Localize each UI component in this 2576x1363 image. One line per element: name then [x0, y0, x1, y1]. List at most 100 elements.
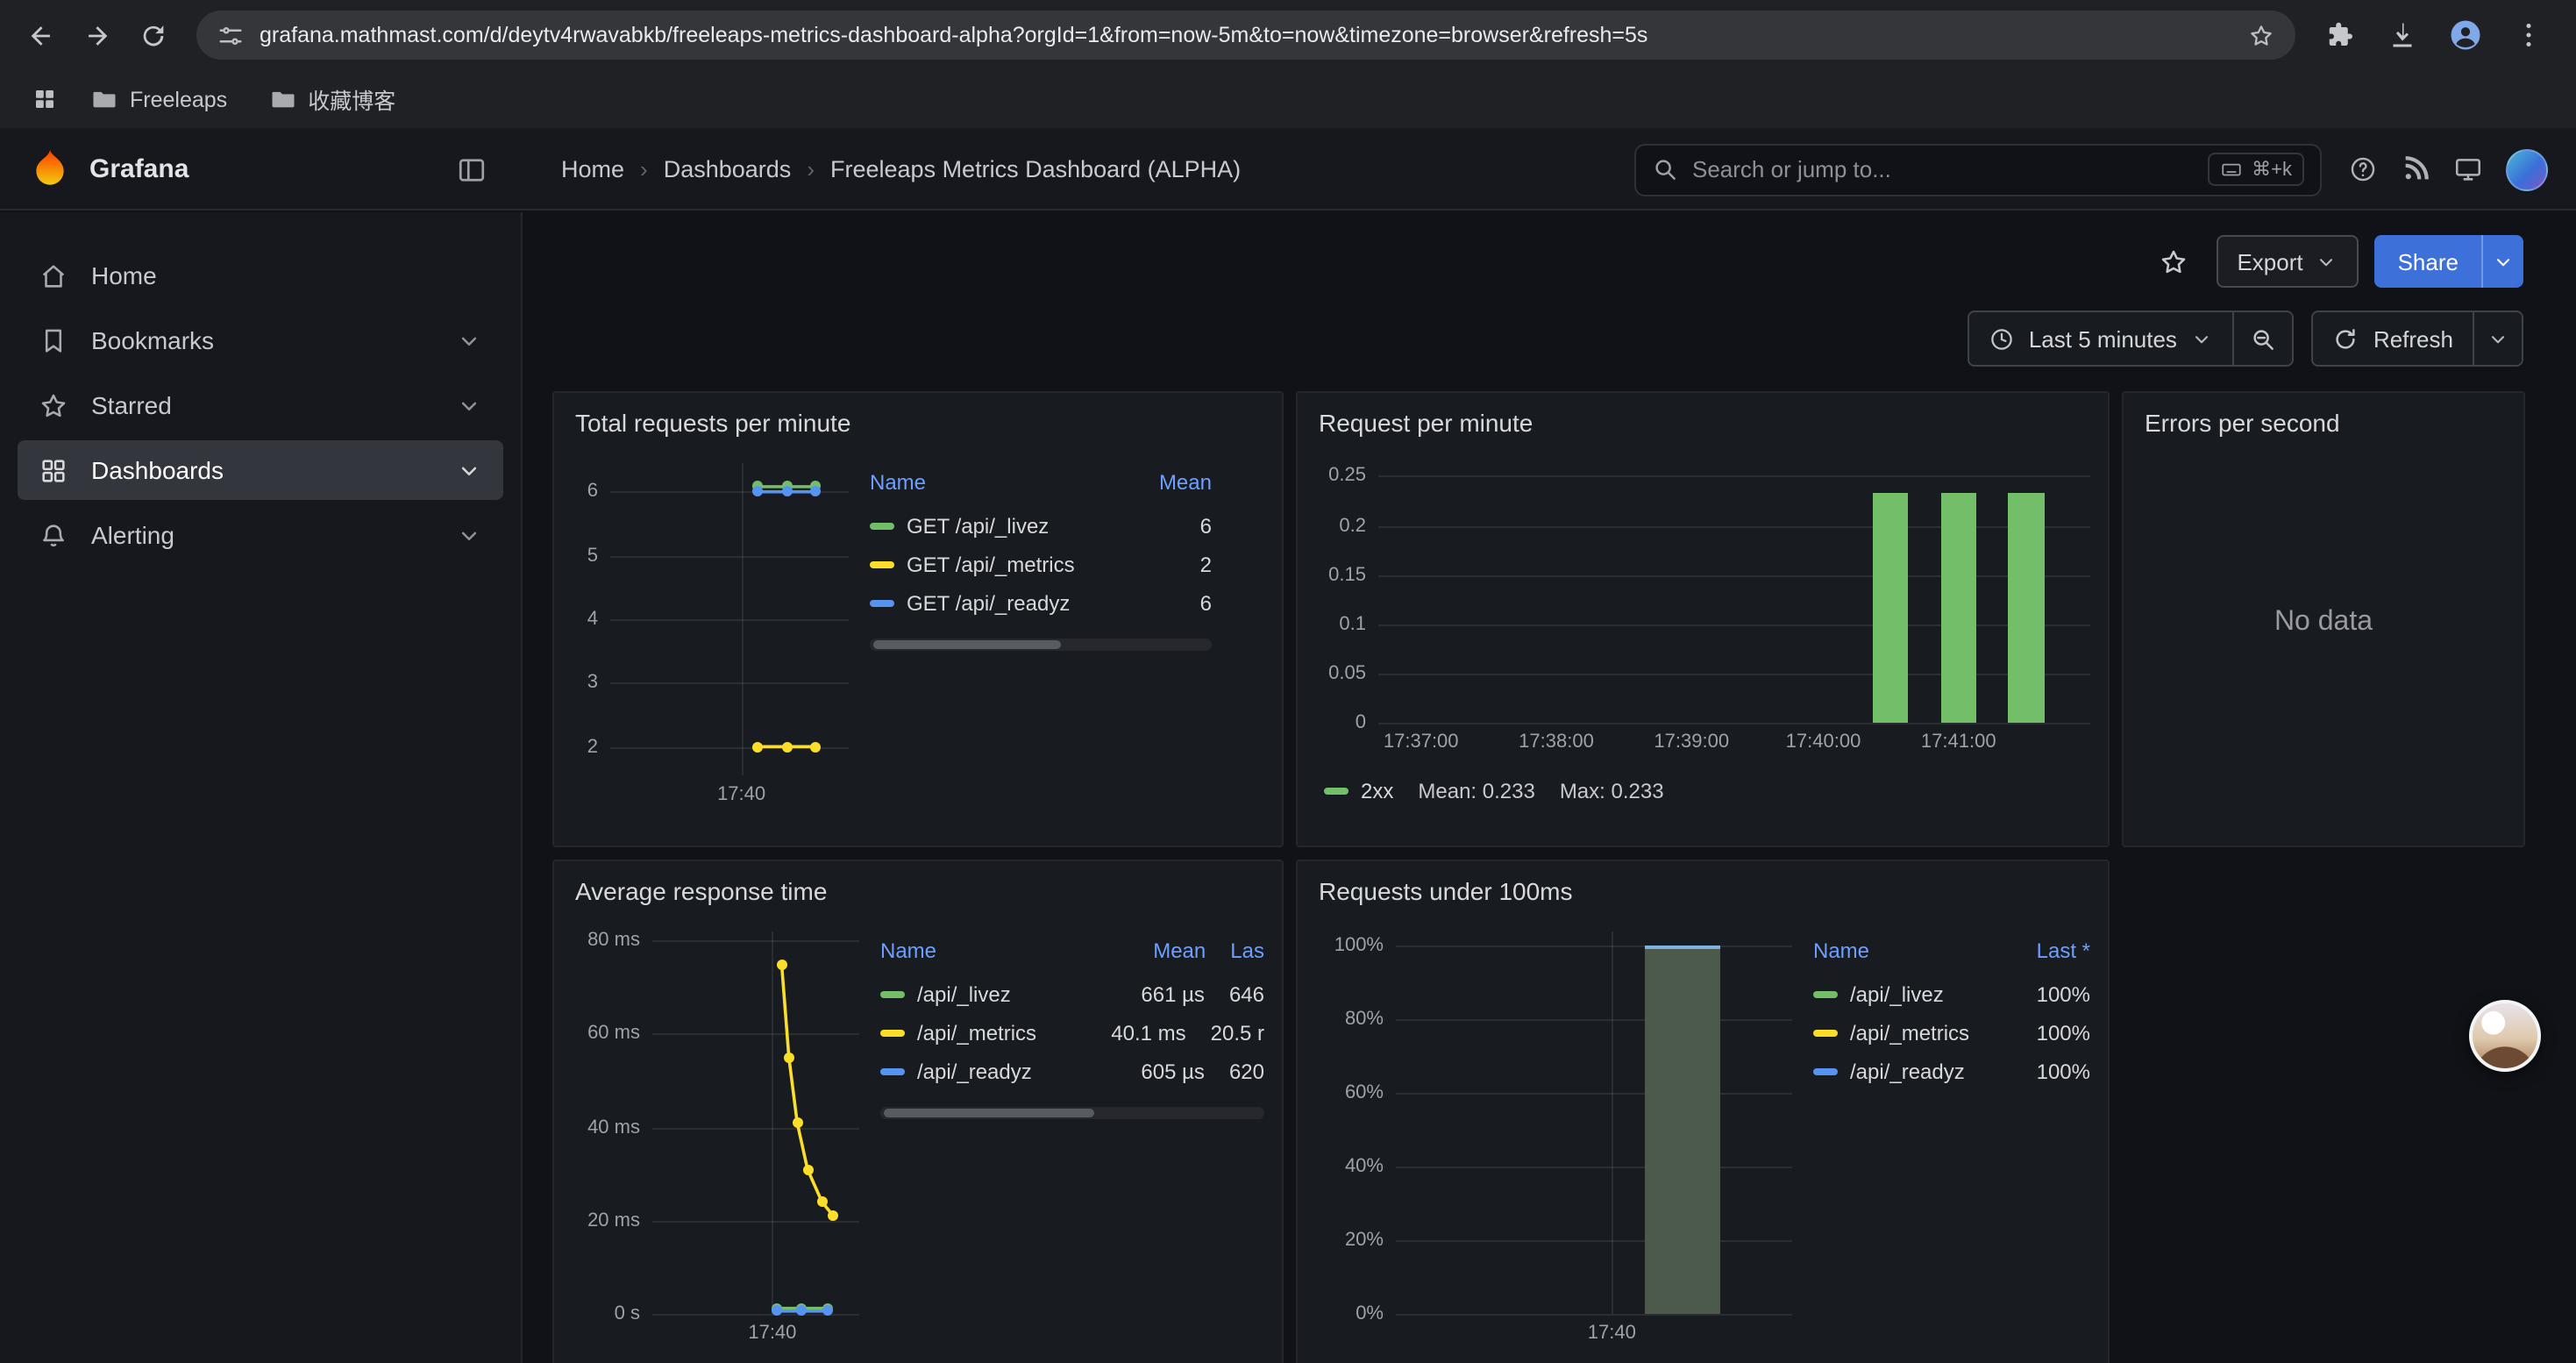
- legend-row[interactable]: GET /api/_readyz6: [870, 584, 1212, 623]
- profile-button[interactable]: [2439, 9, 2492, 61]
- chevron-down-icon[interactable]: [456, 522, 482, 548]
- series-point: [777, 959, 787, 969]
- y-tick-label: 2: [587, 736, 598, 757]
- legend-series-key[interactable]: /api/_metrics: [880, 1021, 1086, 1045]
- sidebar-item-label: Bookmarks: [91, 326, 214, 354]
- share-button[interactable]: Share: [2375, 235, 2481, 288]
- chevron-down-icon[interactable]: [456, 392, 482, 418]
- url-text[interactable]: grafana.mathmast.com/d/deytv4rwavabkb/fr…: [260, 23, 2232, 47]
- legend-row[interactable]: /api/_readyz605 µs620: [880, 1053, 1264, 1091]
- sidebar-item-dashboards[interactable]: Dashboards: [18, 440, 503, 500]
- panel-title[interactable]: Total requests per minute: [572, 403, 1264, 442]
- legend-row[interactable]: /api/_livez100%: [1813, 975, 2090, 1014]
- legend-series-key[interactable]: /api/_metrics: [1813, 1021, 2012, 1045]
- legend-column-header[interactable]: Name: [880, 938, 1128, 963]
- series-color-swatch: [1813, 991, 1838, 998]
- panel-title[interactable]: Request per minute: [1315, 403, 2090, 442]
- bookmark-star-icon[interactable]: [2248, 22, 2274, 48]
- screen: grafana.mathmast.com/d/deytv4rwavabkb/fr…: [0, 0, 2576, 1363]
- legend-value: 40.1 ms: [1111, 1021, 1185, 1045]
- legend-column-header[interactable]: Mean: [1153, 938, 1206, 963]
- forward-button[interactable]: [70, 9, 123, 61]
- assistant-avatar[interactable]: [2469, 1000, 2541, 1072]
- legend-series-key[interactable]: /api/_livez: [1813, 982, 2012, 1007]
- panel-title[interactable]: Requests under 100ms: [1315, 872, 2090, 910]
- sidebar-item-starred[interactable]: Starred: [18, 375, 503, 435]
- share-menu-button[interactable]: [2481, 235, 2523, 288]
- chevron-down-icon: [2487, 327, 2509, 350]
- time-range-picker[interactable]: Last 5 minutes: [1968, 310, 2235, 367]
- legend[interactable]: 2xx Mean: 0.233 Max: 0.233: [1315, 779, 2090, 803]
- legend-row[interactable]: /api/_livez661 µs646: [880, 975, 1264, 1014]
- scrollbar-thumb[interactable]: [884, 1109, 1095, 1117]
- downloads-button[interactable]: [2376, 9, 2429, 61]
- news-icon[interactable]: [2401, 154, 2430, 184]
- scrollbar-thumb[interactable]: [873, 640, 1062, 649]
- legend-column-header[interactable]: Name: [1813, 938, 2012, 963]
- site-info-icon[interactable]: [217, 22, 244, 48]
- legend-column-header[interactable]: Last *: [2037, 938, 2090, 963]
- breadcrumb-dashboards[interactable]: Dashboards: [664, 156, 792, 182]
- legend-value: 100%: [2037, 1021, 2090, 1045]
- legend-row[interactable]: GET /api/_livez6: [870, 507, 1212, 546]
- clock-icon: [1989, 325, 2015, 352]
- bookmark-label: 收藏博客: [308, 82, 395, 116]
- legend-value: 661 µs: [1141, 982, 1205, 1007]
- url-bar[interactable]: grafana.mathmast.com/d/deytv4rwavabkb/fr…: [196, 11, 2295, 60]
- share-label: Share: [2398, 248, 2459, 275]
- legend-scrollbar[interactable]: [880, 1107, 1264, 1119]
- series-name[interactable]: 2xx: [1361, 779, 1393, 803]
- gridline-horizontal: [1378, 674, 2090, 675]
- legend-series-key[interactable]: /api/_readyz: [880, 1060, 1116, 1084]
- header-icons: [2348, 148, 2548, 190]
- sidebar-item-home[interactable]: Home: [18, 246, 503, 305]
- refresh-interval-button[interactable]: [2474, 310, 2523, 367]
- browser-menu-button[interactable]: [2502, 9, 2555, 61]
- series-color-swatch: [880, 1030, 905, 1037]
- legend-series-key[interactable]: GET /api/_readyz: [870, 591, 1176, 616]
- sidebar-toggle-button[interactable]: [449, 146, 495, 192]
- bar-chart: 100%80%60%40%20%0%17:40: [1315, 931, 1792, 1349]
- legend-row[interactable]: /api/_metrics 100%: [1813, 1014, 2090, 1053]
- bar: [1940, 493, 1976, 723]
- search-input[interactable]: Search or jump to... ⌘+k: [1634, 143, 2322, 196]
- star-icon: [39, 390, 68, 420]
- export-button[interactable]: Export: [2216, 235, 2359, 288]
- bar: [1646, 946, 1721, 1314]
- legend-column-header[interactable]: Las: [1230, 938, 1264, 963]
- legend-row[interactable]: /api/_metrics40.1 ms20.5 r: [880, 1014, 1264, 1053]
- chevron-down-icon[interactable]: [456, 327, 482, 353]
- panel-title[interactable]: Errors per second: [2141, 403, 2506, 442]
- legend-series-key[interactable]: GET /api/_metrics: [870, 553, 1176, 577]
- sidebar-item-alerting[interactable]: Alerting: [18, 505, 503, 565]
- legend-series-key[interactable]: /api/_readyz: [1813, 1060, 2012, 1084]
- chevron-down-icon[interactable]: [456, 457, 482, 483]
- bookmark-folder-blogs[interactable]: 收藏博客: [252, 75, 413, 123]
- legend-series-key[interactable]: GET /api/_livez: [870, 514, 1176, 539]
- gridline-horizontal: [1378, 574, 2090, 576]
- user-avatar[interactable]: [2506, 148, 2548, 190]
- favorite-dashboard-button[interactable]: [2147, 235, 2200, 288]
- legend-column-header[interactable]: Mean: [1159, 470, 1212, 495]
- legend-row[interactable]: GET /api/_metrics2: [870, 546, 1212, 584]
- legend-series-key[interactable]: /api/_livez: [880, 982, 1116, 1007]
- time-zoom-out-button[interactable]: [2235, 310, 2295, 367]
- apps-shortcut-button[interactable]: [21, 76, 67, 122]
- legend-row[interactable]: /api/_readyz100%: [1813, 1053, 2090, 1091]
- legend-column-header[interactable]: Name: [870, 470, 1135, 495]
- brand-name[interactable]: Grafana: [89, 154, 189, 184]
- help-icon[interactable]: [2348, 154, 2378, 184]
- refresh-button[interactable]: Refresh: [2312, 310, 2474, 367]
- grafana-logo-icon[interactable]: [28, 147, 72, 191]
- monitor-icon[interactable]: [2453, 154, 2483, 184]
- panel-title[interactable]: Average response time: [572, 872, 1264, 910]
- no-data-text: No data: [2141, 442, 2506, 802]
- reload-button[interactable]: [126, 9, 179, 61]
- legend-scrollbar[interactable]: [870, 639, 1212, 651]
- extensions-button[interactable]: [2313, 9, 2366, 61]
- breadcrumb-home[interactable]: Home: [561, 156, 624, 182]
- back-button[interactable]: [14, 9, 67, 61]
- sidebar-item-bookmarks[interactable]: Bookmarks: [18, 310, 503, 370]
- bookmark-folder-freeleaps[interactable]: Freeleaps: [74, 79, 245, 119]
- time-range-label: Last 5 minutes: [2029, 325, 2177, 352]
